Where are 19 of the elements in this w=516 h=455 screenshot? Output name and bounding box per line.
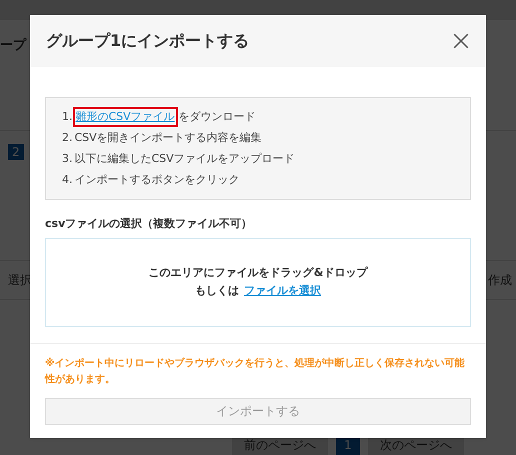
- step-number: 1.: [62, 108, 72, 125]
- step-text: をダウンロード: [178, 108, 256, 125]
- drop-instruction: このエリアにファイルをドラッグ&ドロップ: [148, 264, 368, 280]
- warning-text: ※インポート中にリロードやブラウザバックを行うと、処理が中断し正しく保存されない可能性があります。: [45, 356, 466, 386]
- step-text: CSVを開きインポートする内容を編集: [74, 130, 262, 146]
- file-drop-zone[interactable]: このエリアにファイルをドラッグ&ドロップ もしくは ファイルを選択: [45, 238, 471, 326]
- drop-alternative-text: もしくは: [195, 283, 239, 299]
- choose-file-link[interactable]: ファイルを選択: [244, 283, 321, 300]
- column-header: 作成: [488, 272, 512, 288]
- step-number: 2.: [62, 130, 72, 146]
- file-select-label: csvファイルの選択（複数ファイル不可）: [45, 216, 254, 232]
- step-text: 以下に編集したCSVファイルをアップロード: [74, 150, 295, 167]
- step-number: 3.: [62, 150, 72, 167]
- dialog-title: グループ1にインポートする: [46, 30, 250, 52]
- step-number: 4.: [62, 172, 72, 188]
- close-icon[interactable]: [452, 32, 470, 50]
- step-text: インポートするボタンをクリック: [74, 172, 240, 188]
- template-csv-link[interactable]: 雛形のCSVファイル: [74, 108, 176, 126]
- page-title: ープ: [0, 38, 26, 53]
